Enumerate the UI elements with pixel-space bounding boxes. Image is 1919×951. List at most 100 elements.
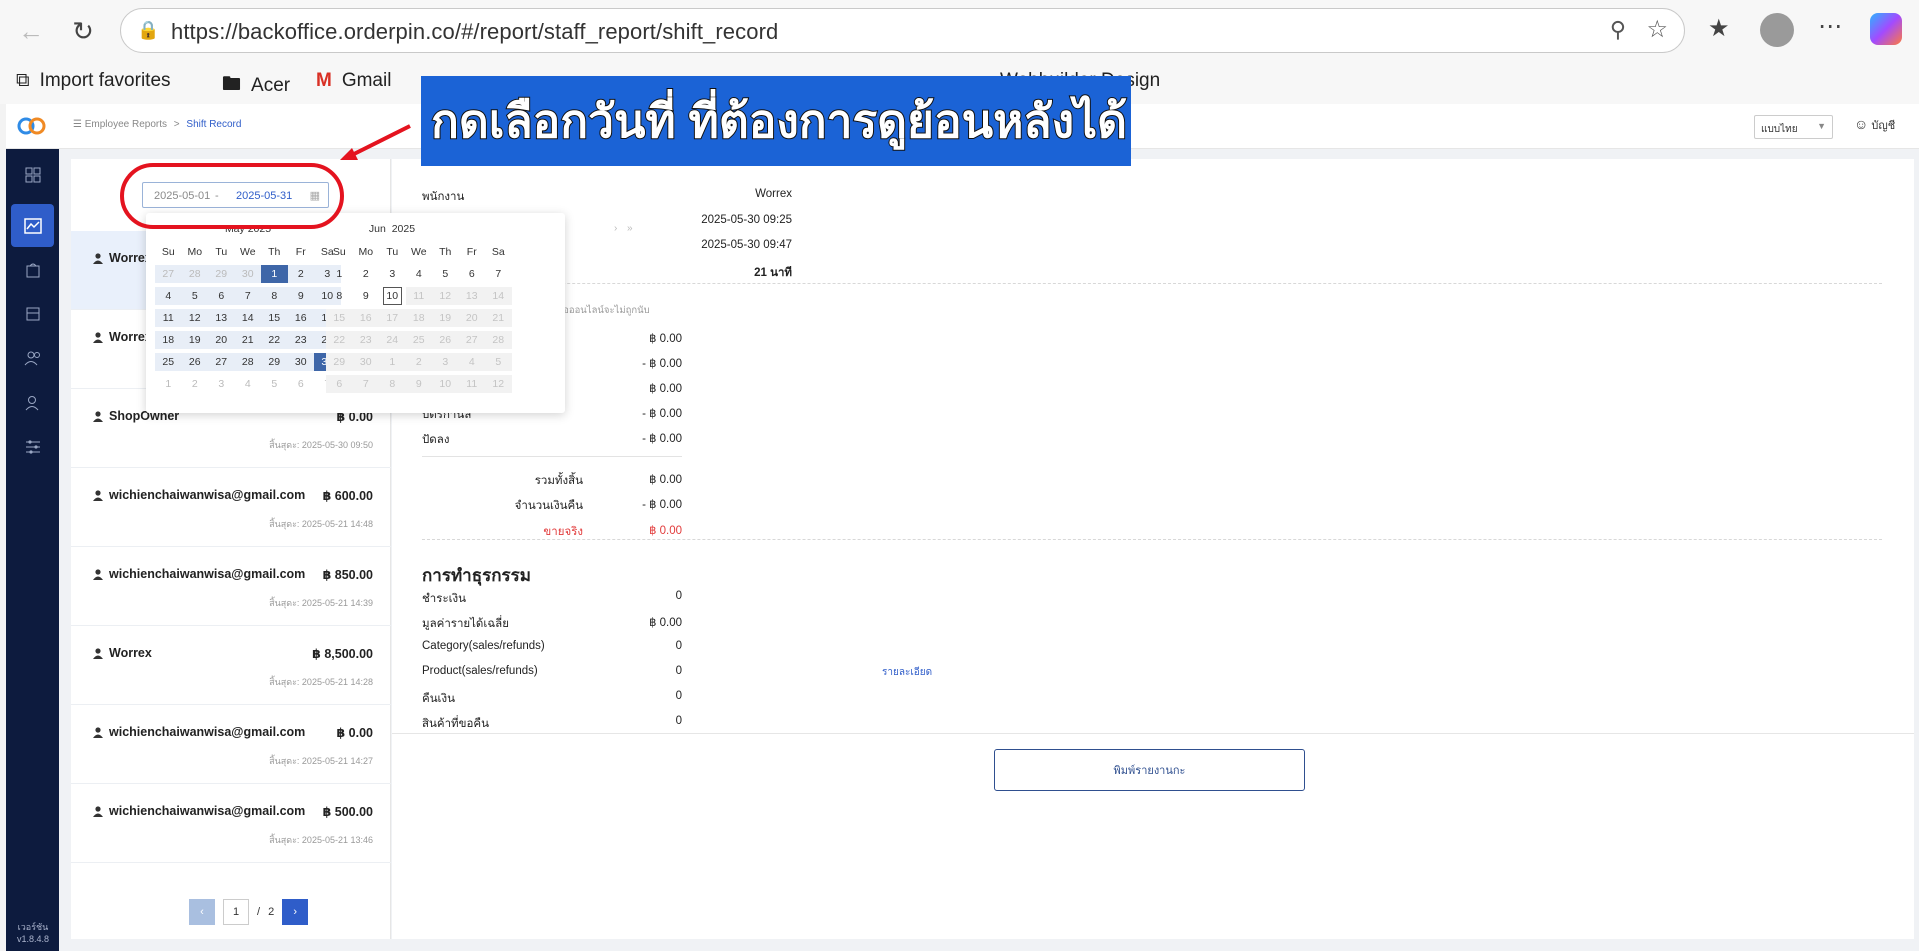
calendar-day[interactable]: 6 [208,287,235,305]
calendar-day[interactable]: 6 [326,375,353,393]
reload-icon[interactable]: ↻ [66,14,100,48]
calendar-day[interactable]: 27 [208,353,235,371]
calendar-day[interactable]: 22 [326,331,353,349]
reports-icon[interactable] [11,204,54,247]
calendar-day[interactable]: 1 [261,265,288,283]
back-icon[interactable]: ← [14,14,48,48]
language-select[interactable]: แบบไทย ▼ [1754,115,1833,139]
calendar-day[interactable]: 22 [261,331,288,349]
shift-list-item[interactable]: Worrex ฿ 8,500.00 สิ้นสุดะ: 2025-05-21 14:… [71,626,391,705]
shift-list-item[interactable]: wichienchaiwanwisa@gmail.com ฿ 850.00 สิ้น… [71,547,391,626]
calendar-day[interactable]: 13 [208,309,235,327]
calendar-day[interactable]: 8 [326,287,353,305]
calendar-day[interactable]: 6 [459,265,486,283]
calendar-day[interactable]: 5 [432,265,459,283]
calendar-day[interactable]: 20 [208,331,235,349]
copilot-icon[interactable] [1870,13,1902,45]
account-menu[interactable]: ☺ บัญชี [1854,116,1895,134]
settings-sliders-icon[interactable] [17,431,49,463]
year-select[interactable]: 2025 [392,223,415,235]
calendar-day[interactable]: 20 [458,309,485,327]
breadcrumb-root[interactable]: Employee Reports [85,119,167,130]
prev-page-button[interactable]: ‹ [189,899,215,925]
calendar-day[interactable]: 21 [234,331,261,349]
calendar-day[interactable]: 3 [379,265,406,283]
calendar-day[interactable]: 10 [383,287,402,305]
calendar-day[interactable]: 25 [405,331,432,349]
next-year-icon[interactable]: » [627,223,633,234]
calendar-day[interactable]: 17 [379,309,406,327]
calendar-day[interactable]: 19 [432,309,459,327]
shift-list-item[interactable]: wichienchaiwanwisa@gmail.com ฿ 500.00 สิ้น… [71,784,391,863]
calendar-day[interactable]: 4 [406,265,433,283]
bookmark-gmail[interactable]: M Gmail [316,70,391,92]
calendar-day[interactable]: 15 [326,309,353,327]
calendar-day[interactable]: 3 [432,353,459,371]
inventory-icon[interactable] [17,298,49,330]
calendar-day[interactable]: 7 [485,265,512,283]
next-month-icon[interactable]: › [614,223,617,234]
calendar-day[interactable]: 14 [485,287,512,305]
calendar-day[interactable]: 24 [379,331,406,349]
calendar-day[interactable]: 16 [287,309,314,327]
calendar-day[interactable]: 5 [181,287,208,305]
favorites-icon[interactable]: ★ [1708,14,1730,43]
calendar-day[interactable]: 12 [181,309,208,327]
zoom-icon[interactable]: ⚲ [1610,17,1626,43]
calendar-day[interactable]: 3 [208,375,235,393]
calendar-day[interactable]: 11 [405,287,432,305]
calendar-day[interactable]: 19 [181,331,208,349]
calendar-day[interactable]: 5 [261,375,288,393]
profile-avatar[interactable] [1760,13,1794,47]
calendar-day[interactable]: 21 [485,309,512,327]
calendar-day[interactable]: 7 [352,375,379,393]
page-input[interactable]: 1 [223,899,249,925]
calendar-day[interactable]: 1 [379,353,406,371]
calendar-day[interactable]: 9 [353,287,380,305]
calendar-day[interactable]: 25 [155,353,182,371]
calendar-day[interactable]: 18 [405,309,432,327]
calendar-day[interactable]: 23 [287,331,314,349]
calendar-day[interactable]: 28 [485,331,512,349]
shopping-bag-icon[interactable] [17,254,49,286]
calendar-day[interactable]: 28 [181,265,208,283]
calendar-day[interactable]: 29 [261,353,288,371]
calendar-day[interactable]: 26 [181,353,208,371]
print-shift-report-button[interactable]: พิมพ์รายงานกะ [994,749,1305,791]
calendar-day[interactable]: 9 [405,375,432,393]
calendar-day[interactable]: 2 [405,353,432,371]
users-icon[interactable] [17,342,49,374]
calendar-day[interactable]: 14 [234,309,261,327]
calendar-day[interactable]: 1 [326,265,353,283]
calendar-day[interactable]: 1 [155,375,182,393]
details-link[interactable]: รายละเอียด [882,665,932,680]
calendar-day[interactable]: 4 [458,353,485,371]
calendar-day[interactable]: 27 [155,265,182,283]
month-select[interactable]: Jun [369,223,386,235]
calendar-day[interactable]: 29 [208,265,235,283]
calendar-day[interactable]: 30 [287,353,314,371]
staff-icon[interactable] [17,387,49,419]
calendar-day[interactable]: 11 [155,309,182,327]
calendar-day[interactable]: 23 [352,331,379,349]
calendar-day[interactable]: 11 [458,375,485,393]
shift-list-item[interactable]: wichienchaiwanwisa@gmail.com ฿ 600.00 สิ้น… [71,468,391,547]
bookmark-acer[interactable]: 🖿 Acer [222,70,290,102]
calendar-day[interactable]: 30 [234,265,261,283]
calendar-day[interactable]: 27 [458,331,485,349]
calendar-day[interactable]: 30 [352,353,379,371]
dashboard-icon[interactable] [17,159,49,191]
calendar-day[interactable]: 7 [234,287,261,305]
calendar-day[interactable]: 5 [485,353,512,371]
more-icon[interactable]: ⋯ [1818,12,1842,41]
calendar-day[interactable]: 16 [352,309,379,327]
calendar-day[interactable]: 2 [182,375,209,393]
calendar-day[interactable]: 9 [287,287,314,305]
favorite-star-icon[interactable]: ☆ [1646,15,1668,44]
calendar-day[interactable]: 4 [235,375,262,393]
calendar-day[interactable]: 4 [155,287,182,305]
calendar-day[interactable]: 12 [432,287,459,305]
calendar-day[interactable]: 6 [288,375,315,393]
calendar-day[interactable]: 29 [326,353,353,371]
bookmark-import[interactable]: ⧉ Import favorites [16,70,171,92]
